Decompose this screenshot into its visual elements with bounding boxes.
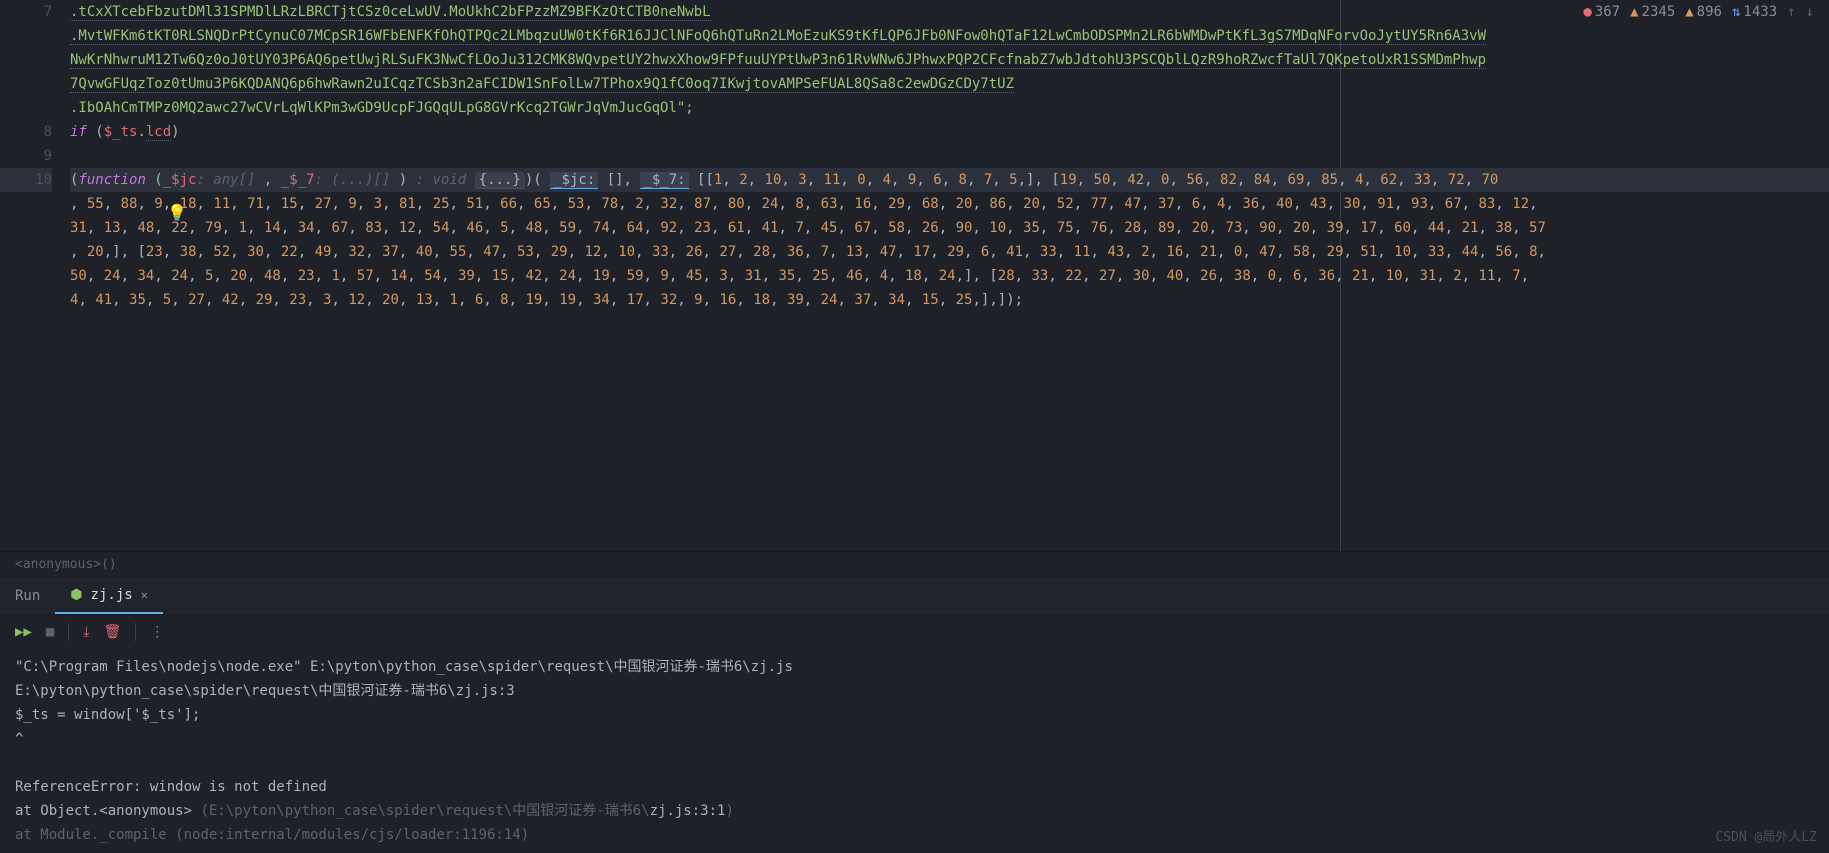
console-error: ReferenceError: window is not defined <box>15 775 1814 799</box>
breadcrumb[interactable]: <anonymous>() <box>0 551 1829 577</box>
clear-icon[interactable]: 🗑 <box>104 624 122 640</box>
console-trace: at Module._compile (node:internal/module… <box>15 823 1814 847</box>
keyword-if: if <box>70 124 87 140</box>
close-icon[interactable]: ✕ <box>141 588 148 602</box>
sort-count[interactable]: ⇅1433 <box>1732 4 1777 20</box>
status-bar: ●367 ▲2345 ▲896 ⇅1433 ↑ ↓ <box>1578 2 1819 22</box>
string-literal: .IbOAhCmTMPz0MQ2awc27wCVrLqWlKPm3wGD9Ucp… <box>70 100 694 116</box>
line-number: 10 <box>0 168 52 192</box>
error-count[interactable]: ●367 <box>1583 4 1620 20</box>
warning-count-2[interactable]: ▲896 <box>1685 4 1722 20</box>
line-gutter: 7 8 9 10 <box>0 0 70 551</box>
run-tabs: Run ⬢ zj.js ✕ <box>0 577 1829 614</box>
warning-icon: ▲ <box>1630 4 1638 20</box>
string-literal: .tCxXTcebFbzutDMl31SPMDlLRzLBRCTjtCSz0ce… <box>70 4 711 21</box>
tab-file[interactable]: ⬢ zj.js ✕ <box>55 578 163 614</box>
error-icon: ● <box>1583 4 1591 20</box>
string-literal: NwKrNhwruM12Tw6Qz0oJ0tUY03P6AQ6petUwjRLS… <box>70 52 1486 69</box>
rerun-icon[interactable]: ▶▶ <box>15 624 32 640</box>
toolbar-divider <box>68 623 69 641</box>
console-line: E:\pyton\python_case\spider\request\中国银河… <box>15 679 1814 703</box>
line-number: 7 <box>0 0 52 24</box>
scroll-to-end-icon[interactable]: ⤓ <box>83 624 89 640</box>
console-trace: at Object.<anonymous> (E:\pyton\python_c… <box>15 799 1814 823</box>
nodejs-icon: ⬢ <box>70 587 82 603</box>
more-icon[interactable]: ⋮ <box>150 624 164 640</box>
warning-count-1[interactable]: ▲2345 <box>1630 4 1675 20</box>
nav-up-icon[interactable]: ↑ <box>1787 4 1795 20</box>
console-line: "C:\Program Files\nodejs\node.exe" E:\py… <box>15 655 1814 679</box>
toolbar-divider <box>135 623 136 641</box>
keyword-function: function <box>78 172 145 188</box>
nav-down-icon[interactable]: ↓ <box>1806 4 1814 20</box>
string-literal: .MvtWFKm6tKT0RLSNQDrPtCynuC07MCpSR16WFbE… <box>70 28 1486 45</box>
lightbulb-icon[interactable]: 💡 <box>167 201 187 225</box>
code-editor[interactable]: .tCxXTcebFbzutDMl31SPMDlLRzLBRCTjtCSz0ce… <box>70 0 1829 551</box>
run-toolbar: ▶▶ ■ ⤓ 🗑 ⋮ <box>0 614 1829 649</box>
console-line: $_ts = window['$_ts']; <box>15 703 1814 727</box>
tab-run[interactable]: Run <box>0 579 55 613</box>
stop-icon[interactable]: ■ <box>46 624 54 640</box>
string-literal: 7QvwGFUqzToz0tUmu3P6KQDANQ6p6hwRawn2uICq… <box>70 76 1014 93</box>
line-number: 9 <box>0 144 52 168</box>
console-line: ^ <box>15 727 1814 751</box>
console-output[interactable]: "C:\Program Files\nodejs\node.exe" E:\py… <box>0 649 1829 853</box>
watermark: CSDN @局外人LZ <box>1715 826 1817 845</box>
warning-icon: ▲ <box>1685 4 1693 20</box>
sort-icon: ⇅ <box>1732 4 1740 20</box>
array-literal: [[1, 2, 10, 3, 11, 0, 4, 9, 6, 8, 7, 5,]… <box>697 172 1498 188</box>
folded-block[interactable]: {...} <box>475 172 525 189</box>
line-number: 8 <box>0 120 52 144</box>
